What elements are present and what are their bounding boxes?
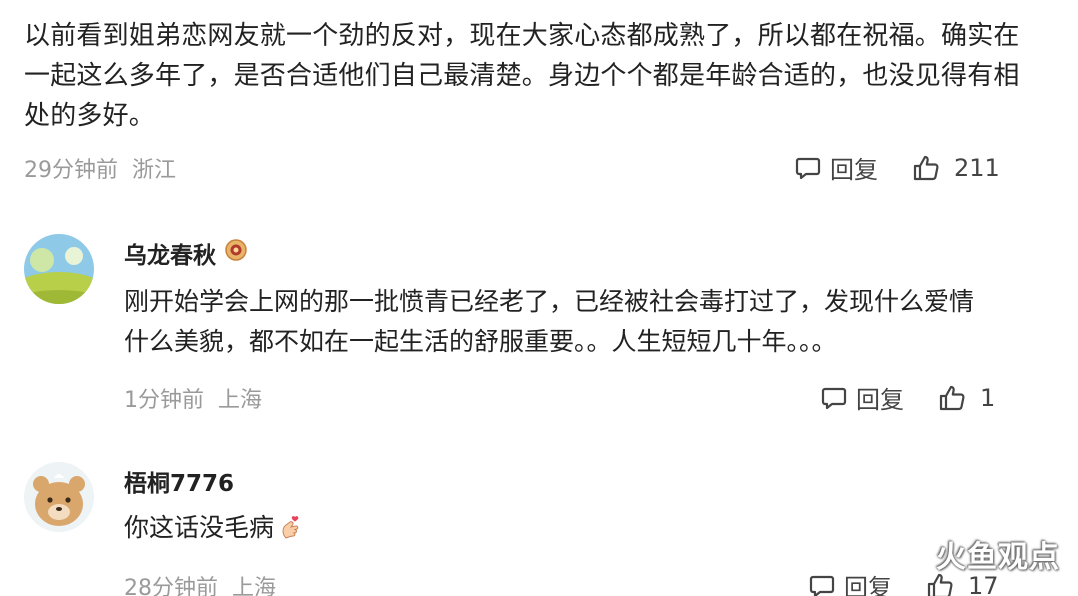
reply-button[interactable]: 回复 (794, 150, 878, 185)
comment-actions: 回复 211 (794, 150, 1000, 185)
comment-line: 处的多好。 (24, 101, 156, 131)
avatar[interactable] (24, 462, 94, 532)
comment-time: 1分钟前 (124, 388, 204, 413)
comment-location: 浙江 (132, 158, 177, 183)
comment-time: 29分钟前 (24, 158, 118, 183)
comment-actions: 回复 1 (820, 380, 995, 415)
reply-label: 回复 (844, 574, 892, 596)
comment-text: 以前看到姐弟恋网友就一个劲的反对，现在大家心态都成熟了，所以都在祝福。确实在 一… (24, 16, 1024, 136)
comment-meta: 1分钟前 上海 (124, 382, 262, 414)
watermark: 火鱼观点 (936, 540, 1060, 575)
like-button[interactable]: 1 (938, 384, 995, 412)
comment-line: 什么美貌，都不如在一起生活的舒服重要。。人生短短几十年。。。 (124, 327, 837, 356)
landscape-avatar-icon (24, 234, 94, 304)
comment-text: 刚开始学会上网的那一批愤青已经老了，已经被社会毒打过了，发现什么爱情 什么美貌，… (124, 282, 1024, 362)
comment-text: 你这话没毛病 (124, 508, 1024, 552)
like-count: 1 (980, 383, 996, 412)
thumbs-up-icon (938, 384, 966, 412)
reply-label: 回复 (830, 156, 878, 184)
reply-button[interactable]: 回复 (820, 380, 904, 415)
avatar[interactable] (24, 234, 94, 304)
comment-meta: 28分钟前 上海 (124, 570, 276, 596)
username[interactable]: 梧桐7776 (124, 464, 234, 498)
medal-badge-icon (224, 238, 248, 268)
comment-location: 上海 (218, 388, 263, 413)
comment-time: 28分钟前 (124, 576, 218, 596)
comment-line: 你这话没毛病 (124, 513, 275, 542)
comment-bubble-icon (794, 154, 822, 182)
reply-button[interactable]: 回复 (808, 568, 892, 596)
comment-line: 以前看到姐弟恋网友就一个劲的反对，现在大家心态都成熟了，所以都在祝福。确实在 (24, 21, 1020, 51)
thumbs-up-icon (912, 154, 940, 182)
reply-label: 回复 (856, 386, 904, 414)
comment-bubble-icon (820, 384, 848, 412)
username-row: 乌龙春秋 (124, 236, 248, 270)
comment-meta: 29分钟前 浙江 (24, 152, 176, 184)
username-row: 梧桐7776 (124, 464, 234, 498)
comment-line: 刚开始学会上网的那一批愤青已经老了，已经被社会毒打过了，发现什么爱情 (124, 287, 975, 316)
comment-location: 上海 (232, 576, 277, 596)
like-count: 211 (954, 153, 1000, 182)
comment-bubble-icon (808, 572, 836, 596)
finger-heart-emoji-icon (278, 512, 304, 552)
username[interactable]: 乌龙春秋 (124, 236, 216, 270)
bear-avatar-icon (24, 462, 94, 532)
like-button[interactable]: 211 (912, 154, 1000, 182)
comment-list: 以前看到姐弟恋网友就一个劲的反对，现在大家心态都成熟了，所以都在祝福。确实在 一… (0, 0, 1078, 596)
comment-line: 一起这么多年了，是否合适他们自己最清楚。身边个个都是年龄合适的，也没见得有相 (24, 61, 1020, 91)
